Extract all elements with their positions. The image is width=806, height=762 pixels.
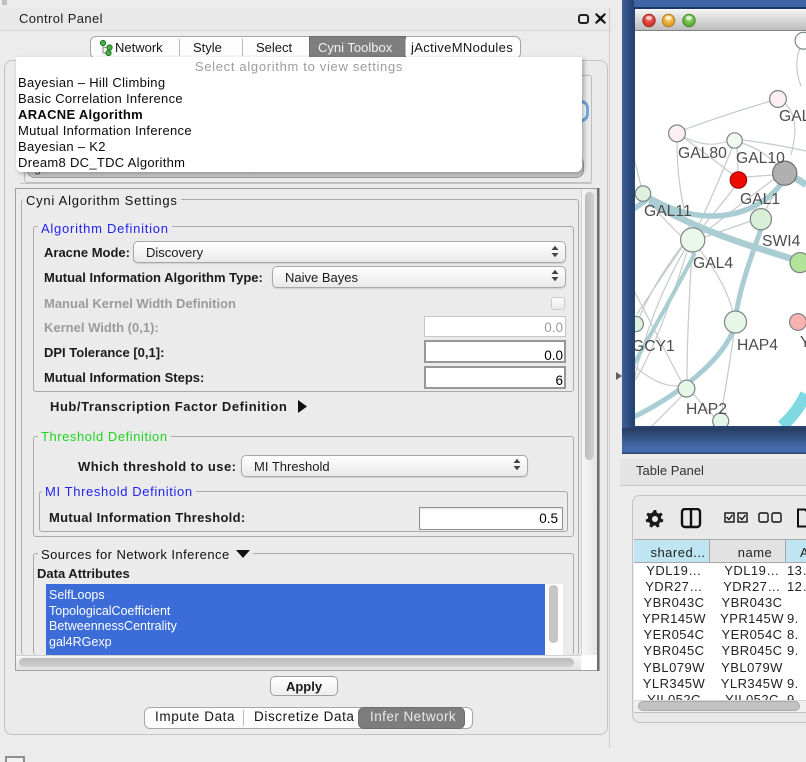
svg-text:GAL4: GAL4 <box>693 255 733 272</box>
svg-text:GAL: GAL <box>779 108 806 125</box>
svg-text:GAL80: GAL80 <box>678 145 727 162</box>
svg-text:HAP4: HAP4 <box>737 337 778 354</box>
svg-text:HAP2: HAP2 <box>686 401 727 418</box>
svg-text:GAL11: GAL11 <box>644 203 692 220</box>
svg-text:GAL1: GAL1 <box>740 191 780 208</box>
svg-text:Y: Y <box>800 334 806 351</box>
svg-text:GCY1: GCY1 <box>635 338 675 355</box>
svg-text:GAL10: GAL10 <box>736 150 785 167</box>
svg-text:SWI4: SWI4 <box>762 233 801 250</box>
